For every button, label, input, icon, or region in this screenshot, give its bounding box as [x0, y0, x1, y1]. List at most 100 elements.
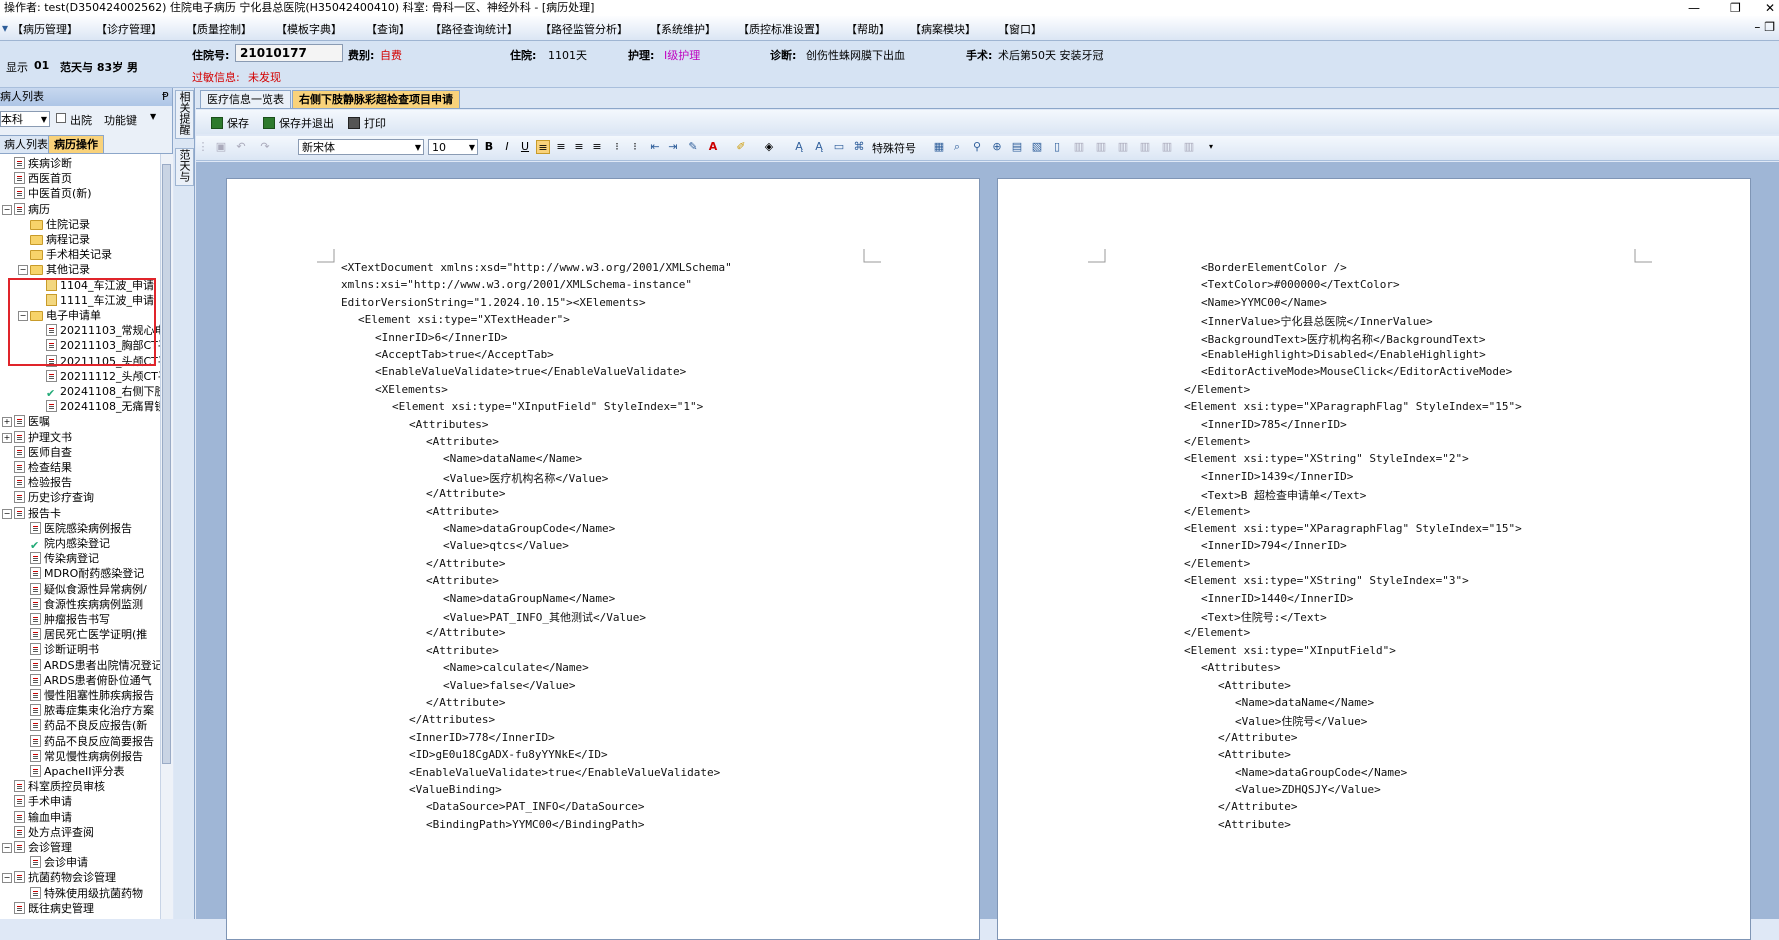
menu-item-quality[interactable]: 【质量控制】: [186, 21, 252, 37]
document-editor[interactable]: <XTextDocument xmlns:xsd="http://www.w3.…: [196, 162, 1779, 940]
minimize-button[interactable]: —: [1688, 0, 1700, 16]
bold-button[interactable]: B: [482, 140, 496, 154]
tree-item[interactable]: + 医嘱: [2, 414, 50, 429]
tree-item[interactable]: 历史诊疗查询: [14, 490, 94, 505]
font-size-grow-icon[interactable]: Ą: [812, 140, 826, 154]
tree-item[interactable]: 药品不良反应简要报告: [30, 734, 154, 749]
tree-item[interactable]: 检查结果: [14, 460, 72, 475]
tree-item[interactable]: − 抗菌药物会诊管理: [2, 870, 116, 885]
tree-item[interactable]: 处方点评查阅: [14, 825, 94, 840]
tree-item[interactable]: 脓毒症集束化治疗方案: [30, 703, 154, 718]
highlight-icon[interactable]: ✐: [734, 140, 748, 154]
tree-item[interactable]: − 会诊管理: [2, 840, 72, 855]
function-key-button[interactable]: 功能键: [104, 112, 137, 128]
menu-item-qc-standards[interactable]: 【质控标准设置】: [738, 21, 826, 37]
tree-item[interactable]: 药品不良反应报告(新: [30, 718, 147, 733]
collapse-icon[interactable]: −: [2, 873, 12, 884]
tree-item[interactable]: MDRO耐药感染登记: [30, 566, 144, 581]
justify-button[interactable]: ≡: [590, 140, 604, 154]
tree-item[interactable]: 食源性疾病病例监测: [30, 597, 143, 612]
side-tab-reminders[interactable]: 相关提醒: [175, 90, 194, 139]
print-button[interactable]: 打印: [348, 115, 386, 131]
table-split-icon[interactable]: ▥: [1182, 140, 1196, 154]
tree-item[interactable]: + 护理文书: [2, 430, 72, 445]
tree-item[interactable]: 特殊使用级抗菌药物: [30, 886, 143, 901]
tree-item[interactable]: 科室质控员审核: [14, 779, 105, 794]
numbered-list-icon[interactable]: ⁝: [610, 140, 624, 154]
mdi-controls[interactable]: – ❐: [1754, 20, 1775, 34]
dept-select[interactable]: 本科 ▼: [0, 111, 50, 127]
font-size-select[interactable]: 10 ▼: [428, 139, 478, 155]
font-color-icon[interactable]: A: [706, 140, 720, 154]
align-center-button[interactable]: ≡: [554, 140, 568, 154]
tree-item[interactable]: 病程记录: [30, 232, 90, 247]
scrollbar-thumb[interactable]: [162, 164, 171, 764]
table-delete-col-icon[interactable]: ▥: [1138, 140, 1152, 154]
collapse-icon[interactable]: −: [2, 508, 12, 519]
insert-field-icon[interactable]: ▭: [832, 140, 846, 154]
admission-no-field[interactable]: 21010177: [235, 44, 343, 62]
undo-icon[interactable]: ↶: [234, 140, 248, 154]
tree-item[interactable]: 中医首页(新): [14, 186, 92, 201]
tree-item[interactable]: 会诊申请: [30, 855, 88, 870]
zoom-icon[interactable]: ⊕: [990, 140, 1004, 154]
page-setup-icon[interactable]: ▯: [1050, 140, 1064, 154]
tree-item[interactable]: 诊断证明书: [30, 642, 99, 657]
tree-item[interactable]: 居民死亡医学证明(推: [30, 627, 147, 642]
tree-item[interactable]: 手术申请: [14, 794, 72, 809]
align-left-button[interactable]: ≡: [536, 140, 550, 154]
menu-item-records[interactable]: 【病历管理】: [12, 21, 78, 37]
collapse-icon[interactable]: −: [2, 843, 12, 853]
expand-icon[interactable]: +: [2, 417, 12, 428]
font-family-select[interactable]: 新宋体 ▼: [298, 139, 424, 155]
tree-scrollbar[interactable]: [160, 154, 173, 919]
menu-item-treatment[interactable]: 【诊疗管理】: [96, 21, 162, 37]
tree-item[interactable]: 输血申请: [14, 810, 72, 825]
expand-icon[interactable]: +: [2, 432, 12, 443]
discharge-checkbox[interactable]: [56, 113, 66, 123]
indent-icon[interactable]: ⇥: [666, 140, 680, 154]
tree-item[interactable]: − 病历: [2, 202, 50, 217]
tree-item[interactable]: 常见慢性病病例报告: [30, 749, 143, 764]
collapse-icon[interactable]: −: [2, 204, 12, 215]
menu-item-help[interactable]: 【帮助】: [846, 21, 890, 37]
side-tab-patient[interactable]: 范天与: [175, 148, 194, 186]
tree-item[interactable]: 慢性阻塞性肺疾病报告: [30, 688, 154, 703]
tree-item[interactable]: 检验报告: [14, 475, 72, 490]
tree-item[interactable]: ✔ 20241108_右侧下肢: [46, 384, 160, 400]
tree-item[interactable]: − 报告卡: [2, 506, 61, 521]
close-button[interactable]: ✕: [1765, 0, 1775, 16]
insert-table-icon[interactable]: ▤: [1010, 140, 1024, 154]
redo-icon[interactable]: ↷: [258, 140, 272, 154]
tree-item[interactable]: ARDS患者俯卧位通气: [30, 673, 152, 688]
tree-item[interactable]: 手术相关记录: [30, 247, 112, 262]
save-button[interactable]: 保存: [211, 115, 249, 131]
special-chars-button[interactable]: 特殊符号: [872, 140, 916, 156]
insert-date-icon[interactable]: ▦: [932, 140, 946, 154]
outdent-icon[interactable]: ⇤: [648, 140, 662, 154]
table-insert-row-icon[interactable]: ▥: [1072, 140, 1086, 154]
editor-page-right[interactable]: <BorderElementColor /> <TextColor>#000000…: [997, 178, 1751, 940]
save-icon[interactable]: ▣: [214, 140, 228, 154]
tree-item[interactable]: 住院记录: [30, 217, 90, 232]
menu-item-path-stats[interactable]: 【路径查询统计】: [430, 21, 518, 37]
italic-button[interactable]: I: [500, 140, 514, 154]
collapse-icon[interactable]: −: [18, 265, 28, 276]
menu-item-case-module[interactable]: 【病案模块】: [910, 21, 976, 37]
restore-button[interactable]: ❐: [1730, 0, 1741, 16]
insert-image-icon[interactable]: ▧: [1030, 140, 1044, 154]
menu-item-path-monitor[interactable]: 【路径监管分析】: [540, 21, 628, 37]
tree-item[interactable]: 20241108_无痛胃镜: [46, 399, 160, 414]
tree-item[interactable]: 既往病史管理: [14, 901, 94, 916]
menu-item-maintenance[interactable]: 【系统维护】: [650, 21, 716, 37]
tree-item[interactable]: 20211112_头颅CT平: [46, 369, 160, 384]
editor-page-left[interactable]: <XTextDocument xmlns:xsd="http://www.w3.…: [226, 178, 980, 940]
menu-item-window[interactable]: 【窗口】: [998, 21, 1042, 37]
tree-item[interactable]: 传染病登记: [30, 551, 99, 566]
tree-item[interactable]: 疑似食源性异常病例/: [30, 582, 147, 597]
table-merge-icon[interactable]: ▥: [1160, 140, 1174, 154]
tab-record-ops[interactable]: 病历操作: [48, 135, 104, 153]
insert-symbol-icon[interactable]: ⌘: [852, 140, 866, 154]
tree-item[interactable]: ARDS患者出院情况登记: [30, 658, 160, 673]
tree-item[interactable]: 疾病诊断: [14, 156, 72, 171]
